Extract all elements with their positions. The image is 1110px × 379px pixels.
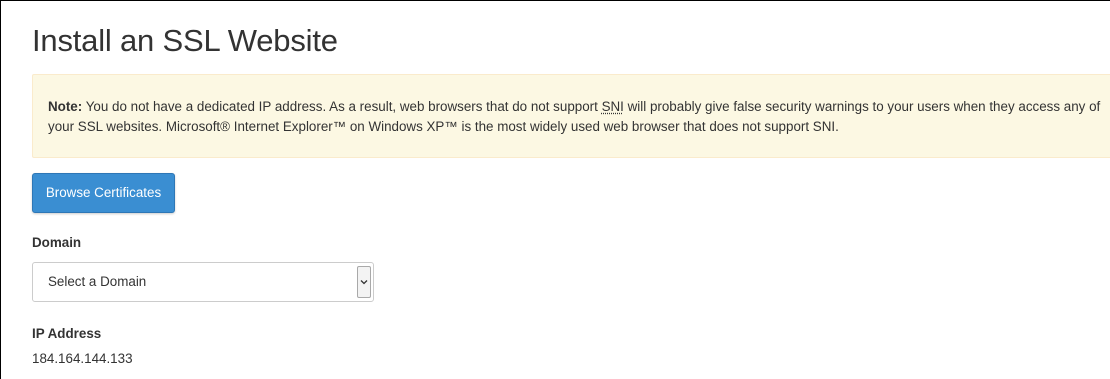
ip-address-value: 184.164.144.133 [32,351,133,366]
sni-warning-note: Note: You do not have a dedicated IP add… [32,74,1110,158]
chevron-down-icon-glyph [360,280,368,285]
domain-select[interactable]: Select a Domain [32,262,374,302]
page-title: Install an SSL Website [32,23,338,58]
note-label: Note: [48,99,83,114]
chevron-down-icon[interactable] [357,266,371,298]
browse-certificates-button[interactable]: Browse Certificates [32,173,175,213]
page-frame: Install an SSL Website Note: You do not … [0,0,1110,379]
ip-address-label: IP Address [32,326,102,341]
domain-select-value: Select a Domain [48,274,147,289]
note-text-before-sni: You do not have a dedicated IP address. … [82,99,602,114]
sni-abbreviation: SNI [601,99,624,114]
domain-label: Domain [32,235,82,250]
